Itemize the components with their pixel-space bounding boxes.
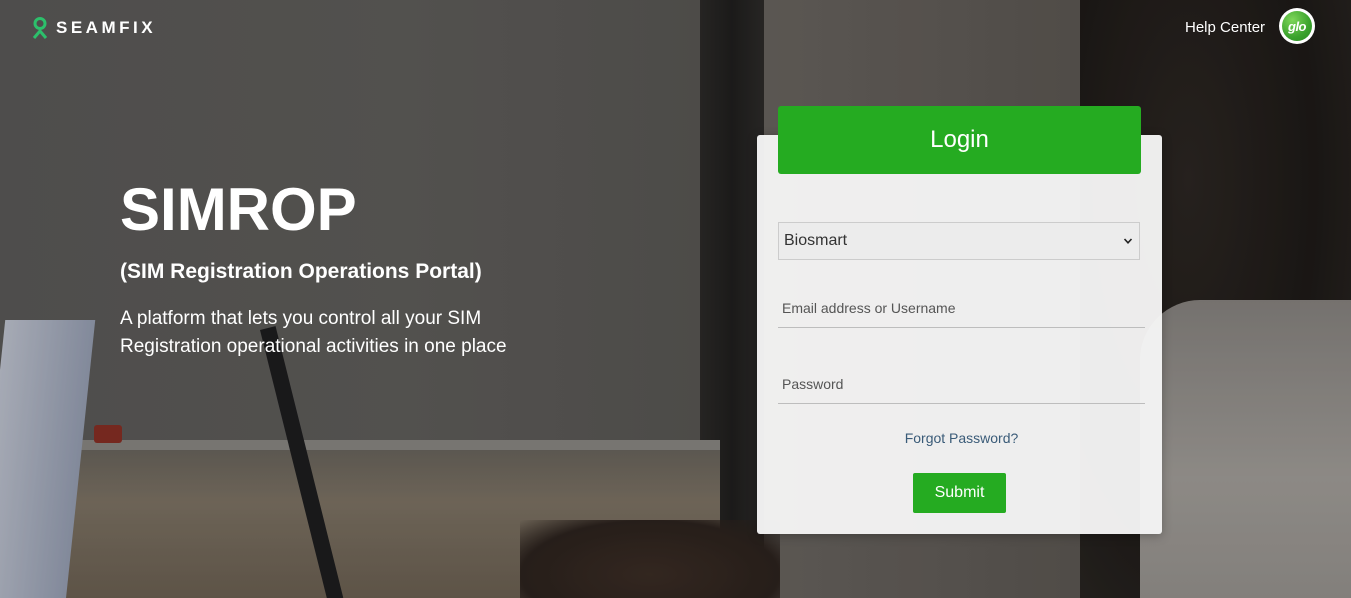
page-subtitle: (SIM Registration Operations Portal) [120, 260, 482, 283]
chevron-down-icon [1123, 238, 1133, 244]
page-description: A platform that lets you control all you… [120, 308, 507, 357]
seamfix-logo-text: SEAMFIX [56, 18, 157, 37]
glo-partner-logo: glo [1279, 8, 1315, 44]
seamfix-logo[interactable]: SEAMFIX [32, 17, 156, 39]
login-page: SEAMFIX Help Center glo SIMROP (SIM Regi… [0, 0, 1351, 598]
seamfix-logo-icon [32, 17, 48, 39]
login-card-header: Login [778, 106, 1141, 174]
glo-logo-mark: glo [1282, 11, 1312, 41]
forgot-password-link[interactable]: Forgot Password? [778, 430, 1145, 446]
email-username-input[interactable] [778, 288, 1145, 328]
help-center-link[interactable]: Help Center [1185, 19, 1265, 36]
page-title: SIMROP [120, 176, 357, 243]
submit-button[interactable]: Submit [913, 473, 1006, 513]
password-input[interactable] [778, 364, 1145, 404]
organization-select-value: Biosmart [784, 232, 848, 249]
organization-select[interactable]: Biosmart [778, 222, 1140, 260]
